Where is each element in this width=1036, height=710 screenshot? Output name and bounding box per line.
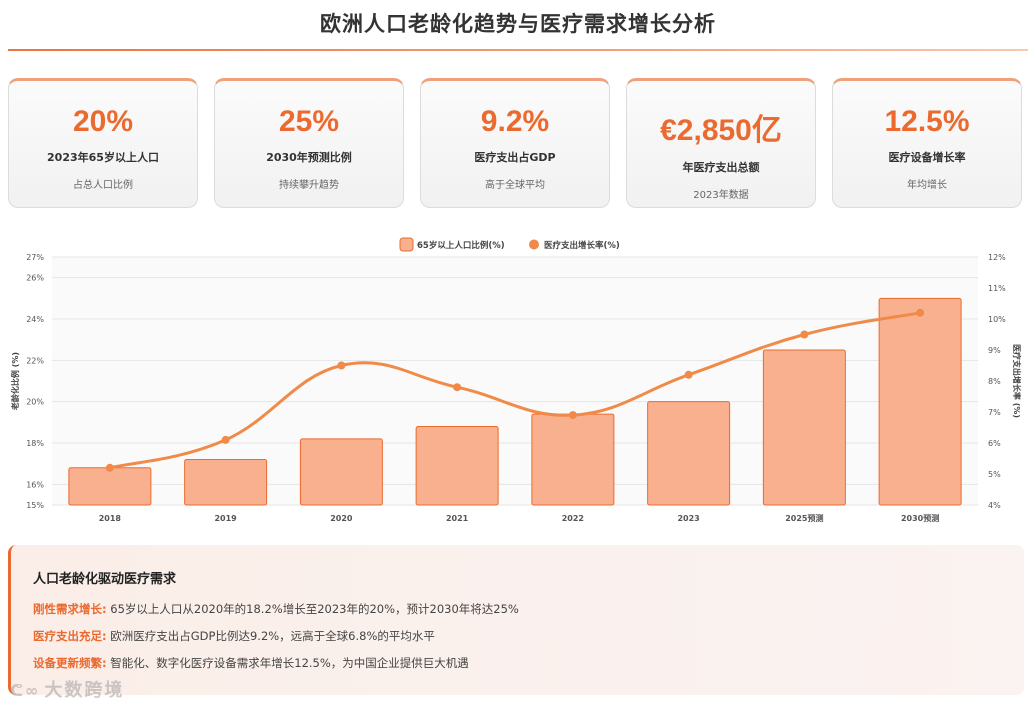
y-tick-label: 26%	[26, 274, 44, 283]
kpi-card-elderly-2023: 20% 2023年65岁以上人口 占总人口比例	[8, 78, 198, 208]
y2-tick-label: 9%	[988, 346, 1001, 355]
kpi-card-device-growth: 12.5% 医疗设备增长率 年均增长	[832, 78, 1022, 208]
combo-chart: 15% 16% 18% 20% 22% 24% 26% 27% 4% 5% 6% 7% 8% 9% 10% 1…	[0, 230, 1036, 530]
bar	[762, 349, 846, 506]
kpi-subtext: 年均增长	[907, 180, 947, 191]
y-tick-label: 22%	[26, 356, 44, 365]
insight-text: 欧洲医疗支出占GDP比例达9.2%，远高于全球6.8%的平均水平	[110, 629, 435, 643]
y2-axis-title: 医疗支出增长率 (%)	[1012, 344, 1022, 418]
y2-tick-label: 11%	[988, 284, 1006, 293]
y-tick-label: 27%	[26, 253, 44, 262]
kpi-subtext: 持续攀升趋势	[279, 180, 339, 191]
y-tick-label: 16%	[26, 480, 44, 489]
chart-canvas: 15% 16% 18% 20% 22% 24% 26% 27% 4% 5% 6% 7% 8% 9% 10% 1…	[10, 237, 1022, 523]
growth-point	[453, 383, 462, 392]
title-divider	[8, 49, 1028, 51]
legend-label: 65岁以上人口比例(%)	[417, 240, 505, 251]
y-tick-label: 18%	[26, 439, 44, 448]
bar	[184, 459, 268, 506]
y-axis-title: 老龄化比例 (%)	[10, 352, 20, 411]
bar	[68, 467, 152, 506]
x-tick-label: 2020	[330, 514, 353, 523]
x-tick-label: 2030预测	[901, 513, 939, 523]
kpi-cards: 20% 2023年65岁以上人口 占总人口比例 25% 2030年预测比例 持续…	[8, 78, 1028, 208]
watermark-text: 大数跨境	[44, 680, 125, 701]
y2-tick-label: 8%	[988, 377, 1001, 386]
growth-point	[916, 308, 925, 317]
bar	[878, 297, 962, 506]
insight-key: 刚性需求增长:	[33, 602, 107, 616]
x-tick-label: 2018	[99, 514, 122, 523]
x-tick-label: 2019	[214, 514, 237, 523]
growth-point	[221, 435, 230, 444]
growth-point	[800, 330, 809, 339]
legend-swatch-line	[529, 239, 539, 250]
page-title: 欧洲人口老龄化趋势与医疗需求增长分析	[320, 12, 716, 36]
legend-label: 医疗支出增长率(%)	[544, 240, 620, 251]
y-tick-label: 20%	[26, 398, 44, 407]
y-tick-label: 24%	[26, 315, 44, 324]
kpi-label: 医疗支出占GDP	[474, 151, 556, 164]
x-tick-label: 2025预测	[785, 513, 823, 523]
x-tick-label: 2021	[446, 514, 469, 523]
watermark-logo-icon: ᕦ∞	[10, 681, 41, 700]
kpi-card-total-spending: €2,850亿 年医疗支出总额 2023年数据	[626, 78, 816, 208]
kpi-card-health-gdp: 9.2% 医疗支出占GDP 高于全球平均	[420, 78, 610, 208]
y2-tick-label: 7%	[988, 408, 1001, 417]
growth-point	[337, 361, 346, 370]
kpi-subtext: 高于全球平均	[485, 180, 545, 191]
legend-swatch-bar	[399, 237, 414, 252]
insight-key: 设备更新频繁:	[33, 656, 107, 670]
kpi-value: 12.5%	[884, 105, 970, 138]
y2-tick-label: 12%	[988, 253, 1006, 262]
x-tick-label: 2023	[677, 514, 699, 523]
insight-row: 医疗支出充足: 欧洲医疗支出占GDP比例达9.2%，远高于全球6.8%的平均水平	[33, 628, 435, 644]
kpi-value: 9.2%	[480, 105, 550, 138]
bar	[647, 401, 731, 506]
y-tick-label: 15%	[26, 501, 44, 510]
insight-text: 智能化、数字化医疗设备需求年增长12.5%，为中国企业提供巨大机遇	[110, 656, 469, 670]
bar	[415, 425, 499, 506]
watermark: ᕦ∞ 大数跨境	[10, 676, 124, 702]
kpi-subtext: 2023年数据	[693, 190, 749, 201]
y2-tick-label: 6%	[988, 439, 1001, 448]
y2-tick-label: 10%	[988, 315, 1006, 324]
kpi-label: 年医疗支出总额	[682, 161, 760, 174]
growth-point	[684, 370, 693, 379]
kpi-value: 25%	[278, 105, 340, 138]
insight-title: 人口老龄化驱动医疗需求	[33, 572, 177, 587]
bar	[531, 413, 615, 506]
kpi-label: 2030年预测比例	[266, 151, 352, 164]
growth-point	[105, 463, 114, 472]
bar	[299, 438, 383, 506]
insight-row: 刚性需求增长: 65岁以上人口从2020年的18.2%增长至2023年的20%，…	[33, 601, 519, 617]
insight-key: 医疗支出充足:	[33, 629, 107, 643]
y2-tick-label: 4%	[988, 501, 1001, 510]
y2-tick-label: 5%	[988, 470, 1001, 479]
kpi-label: 2023年65岁以上人口	[47, 151, 159, 164]
insight-row: 设备更新频繁: 智能化、数字化医疗设备需求年增长12.5%，为中国企业提供巨大机…	[33, 655, 469, 671]
insight-text: 65岁以上人口从2020年的18.2%增长至2023年的20%，预计2030年将…	[110, 602, 519, 616]
growth-point	[568, 411, 577, 420]
kpi-subtext: 占总人口比例	[73, 180, 133, 191]
kpi-label: 医疗设备增长率	[888, 151, 966, 164]
insight-panel: 人口老龄化驱动医疗需求 刚性需求增长: 65岁以上人口从2020年的18.2%增…	[8, 545, 1024, 695]
x-tick-label: 2022	[562, 514, 584, 523]
kpi-value: 20%	[72, 105, 134, 138]
kpi-card-forecast-2030: 25% 2030年预测比例 持续攀升趋势	[214, 78, 404, 208]
kpi-value: €2,850亿	[660, 114, 782, 147]
